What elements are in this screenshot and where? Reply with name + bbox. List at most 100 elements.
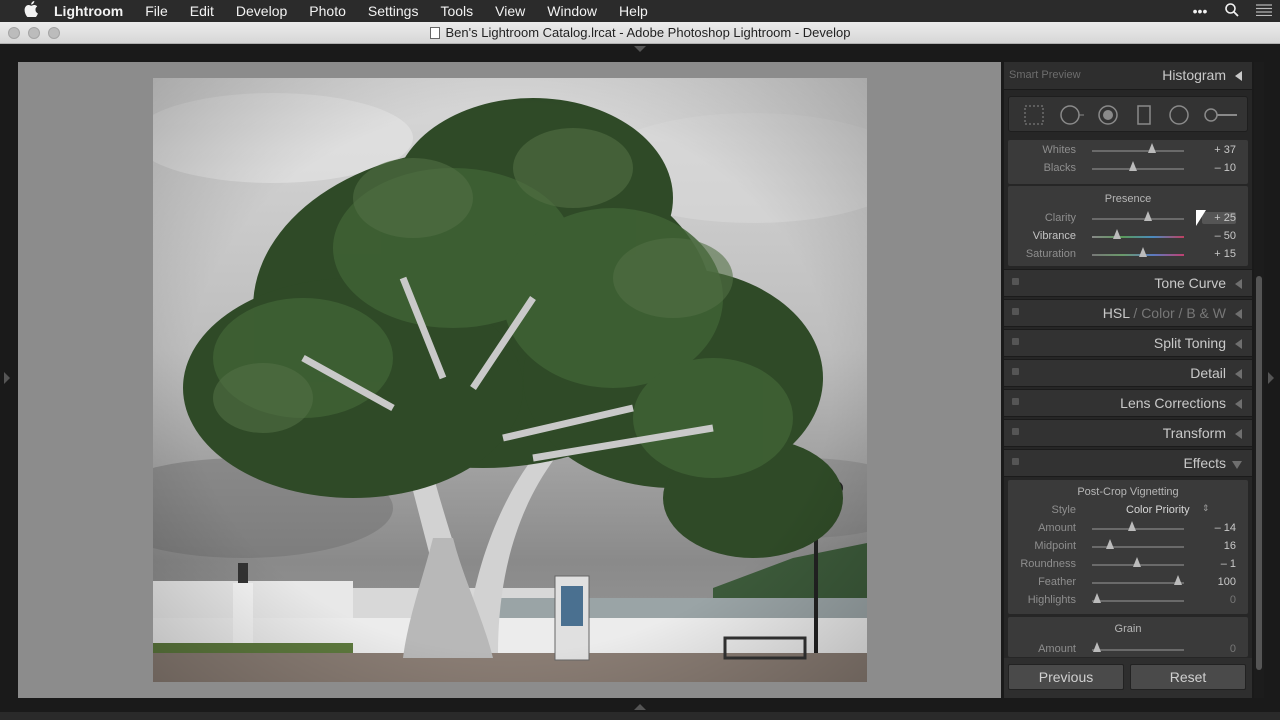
more-icon[interactable]: ••• [1184, 3, 1216, 19]
red-eye-icon[interactable] [1097, 104, 1119, 126]
vibrance-value[interactable]: – 50 [1202, 230, 1236, 242]
radial-filter-icon[interactable] [1168, 104, 1190, 126]
minimize-window-button[interactable] [28, 27, 40, 39]
whites-track[interactable] [1092, 150, 1184, 152]
menu-window[interactable]: Window [536, 0, 608, 22]
window-title-bar: Ben's Lightroom Catalog.lrcat - Adobe Ph… [0, 22, 1280, 44]
highlights-thumb[interactable] [1093, 593, 1101, 603]
expand-icon [1235, 399, 1242, 409]
style-select[interactable]: Color Priority [1126, 504, 1190, 516]
blacks-value[interactable]: – 10 [1202, 162, 1236, 174]
transform-header[interactable]: Transform [1004, 419, 1252, 447]
vignette-amount-track[interactable] [1092, 528, 1184, 530]
saturation-value[interactable]: + 15 [1202, 248, 1236, 260]
feather-value[interactable]: 100 [1202, 576, 1236, 588]
clarity-thumb[interactable] [1144, 211, 1152, 221]
clarity-slider-row[interactable]: Clarity + 25 [1008, 210, 1248, 228]
menu-photo[interactable]: Photo [298, 0, 357, 22]
spot-removal-icon[interactable] [1059, 104, 1084, 126]
zoom-window-button[interactable] [48, 27, 60, 39]
blacks-thumb[interactable] [1129, 161, 1137, 171]
vibrance-label: Vibrance [1032, 230, 1076, 242]
highlights-row[interactable]: Highlights 0 [1008, 592, 1248, 610]
panel-switch[interactable] [1012, 368, 1019, 375]
hsl-header[interactable]: HSL / Color / B & W [1004, 299, 1252, 327]
roundness-thumb[interactable] [1133, 557, 1141, 567]
menu-view[interactable]: View [484, 0, 536, 22]
menu-file[interactable]: File [134, 0, 179, 22]
panel-switch[interactable] [1012, 308, 1019, 315]
midpoint-row[interactable]: Midpoint 16 [1008, 538, 1248, 556]
hsl-tab[interactable]: HSL [1103, 305, 1130, 321]
menu-tools[interactable]: Tools [429, 0, 484, 22]
select-arrows-icon[interactable]: ⇕ [1202, 503, 1210, 514]
midpoint-thumb[interactable] [1106, 539, 1114, 549]
panel-switch[interactable] [1012, 428, 1019, 435]
menu-edit[interactable]: Edit [179, 0, 225, 22]
vibrance-track[interactable] [1092, 236, 1184, 238]
feather-row[interactable]: Feather 100 [1008, 574, 1248, 592]
left-panel-toggle[interactable] [4, 372, 10, 384]
panel-switch[interactable] [1012, 338, 1019, 345]
lens-corrections-header[interactable]: Lens Corrections [1004, 389, 1252, 417]
top-panel-toggle[interactable] [634, 46, 646, 52]
panel-switch[interactable] [1012, 458, 1019, 465]
tone-curve-header[interactable]: Tone Curve [1004, 269, 1252, 297]
close-window-button[interactable] [8, 27, 20, 39]
graduated-filter-icon[interactable] [1133, 104, 1155, 126]
bw-tab[interactable]: B & W [1186, 305, 1226, 321]
vibrance-thumb[interactable] [1113, 229, 1121, 239]
vignette-amount-value[interactable]: – 14 [1202, 522, 1236, 534]
adjustment-brush-icon[interactable] [1203, 104, 1239, 126]
highlights-track[interactable] [1092, 600, 1184, 602]
menu-help[interactable]: Help [608, 0, 659, 22]
saturation-thumb[interactable] [1139, 247, 1147, 257]
reset-button[interactable]: Reset [1130, 664, 1246, 690]
feather-track[interactable] [1092, 582, 1184, 584]
photo-preview[interactable] [153, 78, 867, 682]
menu-develop[interactable]: Develop [225, 0, 298, 22]
histogram-header[interactable]: Smart Preview Histogram [1004, 62, 1252, 90]
vignette-amount-thumb[interactable] [1128, 521, 1136, 531]
panel-switch[interactable] [1012, 278, 1019, 285]
detail-header[interactable]: Detail [1004, 359, 1252, 387]
hsl-separator: / [1133, 305, 1138, 321]
clarity-value[interactable]: + 25 [1202, 212, 1236, 224]
search-icon[interactable] [1216, 2, 1248, 20]
grain-amount-value[interactable]: 0 [1202, 643, 1236, 655]
clarity-track[interactable] [1092, 218, 1184, 220]
midpoint-value[interactable]: 16 [1202, 540, 1236, 552]
apple-icon[interactable] [20, 1, 42, 21]
scrollbar-thumb[interactable] [1256, 276, 1262, 670]
effects-header[interactable]: Effects [1004, 449, 1252, 477]
menu-app-lightroom[interactable]: Lightroom [42, 0, 134, 22]
saturation-slider-row[interactable]: Saturation + 15 [1008, 246, 1248, 264]
color-tab[interactable]: Color [1141, 305, 1174, 321]
whites-slider-row[interactable]: Whites + 37 [1008, 142, 1248, 160]
grain-amount-thumb[interactable] [1093, 642, 1101, 652]
style-row[interactable]: Style Color Priority ⇕ [1008, 502, 1248, 520]
roundness-value[interactable]: – 1 [1202, 558, 1236, 570]
previous-button[interactable]: Previous [1008, 664, 1124, 690]
menu-settings[interactable]: Settings [357, 0, 430, 22]
panel-scrollbar[interactable] [1254, 62, 1264, 698]
saturation-track[interactable] [1092, 254, 1184, 256]
bottom-panel-toggle[interactable] [634, 704, 646, 710]
vibrance-slider-row[interactable]: Vibrance – 50 [1008, 228, 1248, 246]
right-panel-toggle[interactable] [1268, 372, 1274, 384]
grain-amount-track[interactable] [1092, 649, 1184, 651]
develop-tool-strip [1008, 96, 1248, 132]
blacks-track[interactable] [1092, 168, 1184, 170]
whites-value[interactable]: + 37 [1202, 144, 1236, 156]
list-icon[interactable] [1248, 3, 1280, 19]
vignette-amount-row[interactable]: Amount – 14 [1008, 520, 1248, 538]
feather-thumb[interactable] [1174, 575, 1182, 585]
blacks-slider-row[interactable]: Blacks – 10 [1008, 160, 1248, 178]
highlights-value[interactable]: 0 [1202, 594, 1236, 606]
split-toning-header[interactable]: Split Toning [1004, 329, 1252, 357]
crop-overlay-icon[interactable] [1023, 104, 1045, 126]
panel-switch[interactable] [1012, 398, 1019, 405]
roundness-row[interactable]: Roundness – 1 [1008, 556, 1248, 574]
whites-thumb[interactable] [1148, 143, 1156, 153]
grain-amount-row[interactable]: Amount 0 [1008, 641, 1248, 657]
